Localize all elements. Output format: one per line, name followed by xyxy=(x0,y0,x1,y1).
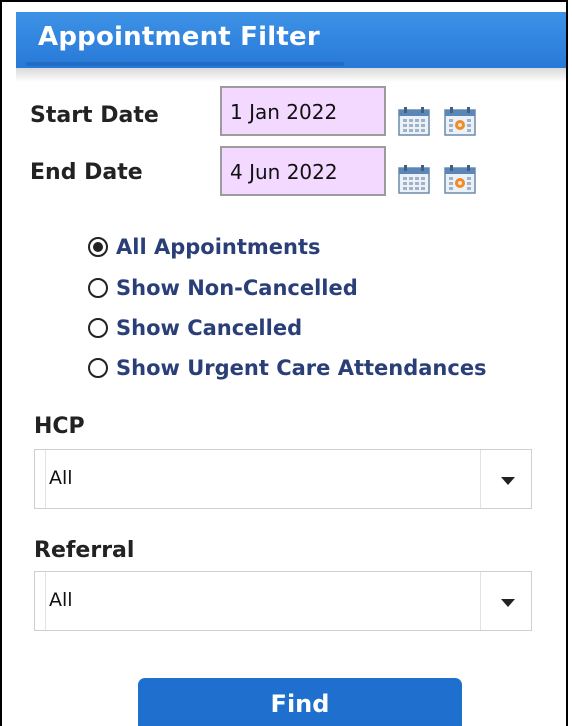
start-date-input[interactable]: 1 Jan 2022 xyxy=(220,86,386,136)
select-divider xyxy=(480,450,481,508)
radio-button[interactable] xyxy=(88,278,108,298)
header-underline xyxy=(26,62,344,66)
find-button[interactable]: Find xyxy=(138,678,462,726)
radio-option-all-appointments[interactable]: All Appointments xyxy=(88,233,321,261)
header-shadow xyxy=(16,68,566,82)
radio-label: Show Non-Cancelled xyxy=(116,276,358,300)
calendar-icon[interactable] xyxy=(398,164,430,194)
referral-select[interactable]: All xyxy=(34,571,532,631)
hcp-select-value: All xyxy=(49,467,73,489)
appointment-filter-panel: Appointment Filter Start Date 1 Jan 2022… xyxy=(0,0,568,726)
calendar-today-icon[interactable] xyxy=(444,106,476,136)
referral-label: Referral xyxy=(34,538,135,563)
select-edge xyxy=(45,572,46,630)
radio-option-show-non-cancelled[interactable]: Show Non-Cancelled xyxy=(88,274,358,302)
calendar-today-icon[interactable] xyxy=(444,164,476,194)
select-divider xyxy=(480,572,481,630)
select-edge xyxy=(45,450,46,508)
radio-button[interactable] xyxy=(88,318,108,338)
radio-option-show-urgent-care[interactable]: Show Urgent Care Attendances xyxy=(88,354,487,382)
radio-option-show-cancelled[interactable]: Show Cancelled xyxy=(88,314,302,342)
panel-header: Appointment Filter xyxy=(16,12,566,68)
radio-button[interactable] xyxy=(88,237,108,257)
start-date-label: Start Date xyxy=(30,103,159,128)
chevron-down-icon[interactable] xyxy=(501,477,515,485)
radio-button[interactable] xyxy=(88,358,108,378)
calendar-icon[interactable] xyxy=(398,106,430,136)
panel-title: Appointment Filter xyxy=(38,22,320,52)
radio-label: All Appointments xyxy=(116,235,321,259)
radio-label: Show Cancelled xyxy=(116,316,303,340)
hcp-label: HCP xyxy=(34,414,85,439)
end-date-label: End Date xyxy=(30,160,143,185)
radio-label: Show Urgent Care Attendances xyxy=(116,356,487,380)
end-date-input[interactable]: 4 Jun 2022 xyxy=(220,146,386,196)
referral-select-value: All xyxy=(49,589,73,611)
hcp-select[interactable]: All xyxy=(34,449,532,509)
chevron-down-icon[interactable] xyxy=(501,599,515,607)
